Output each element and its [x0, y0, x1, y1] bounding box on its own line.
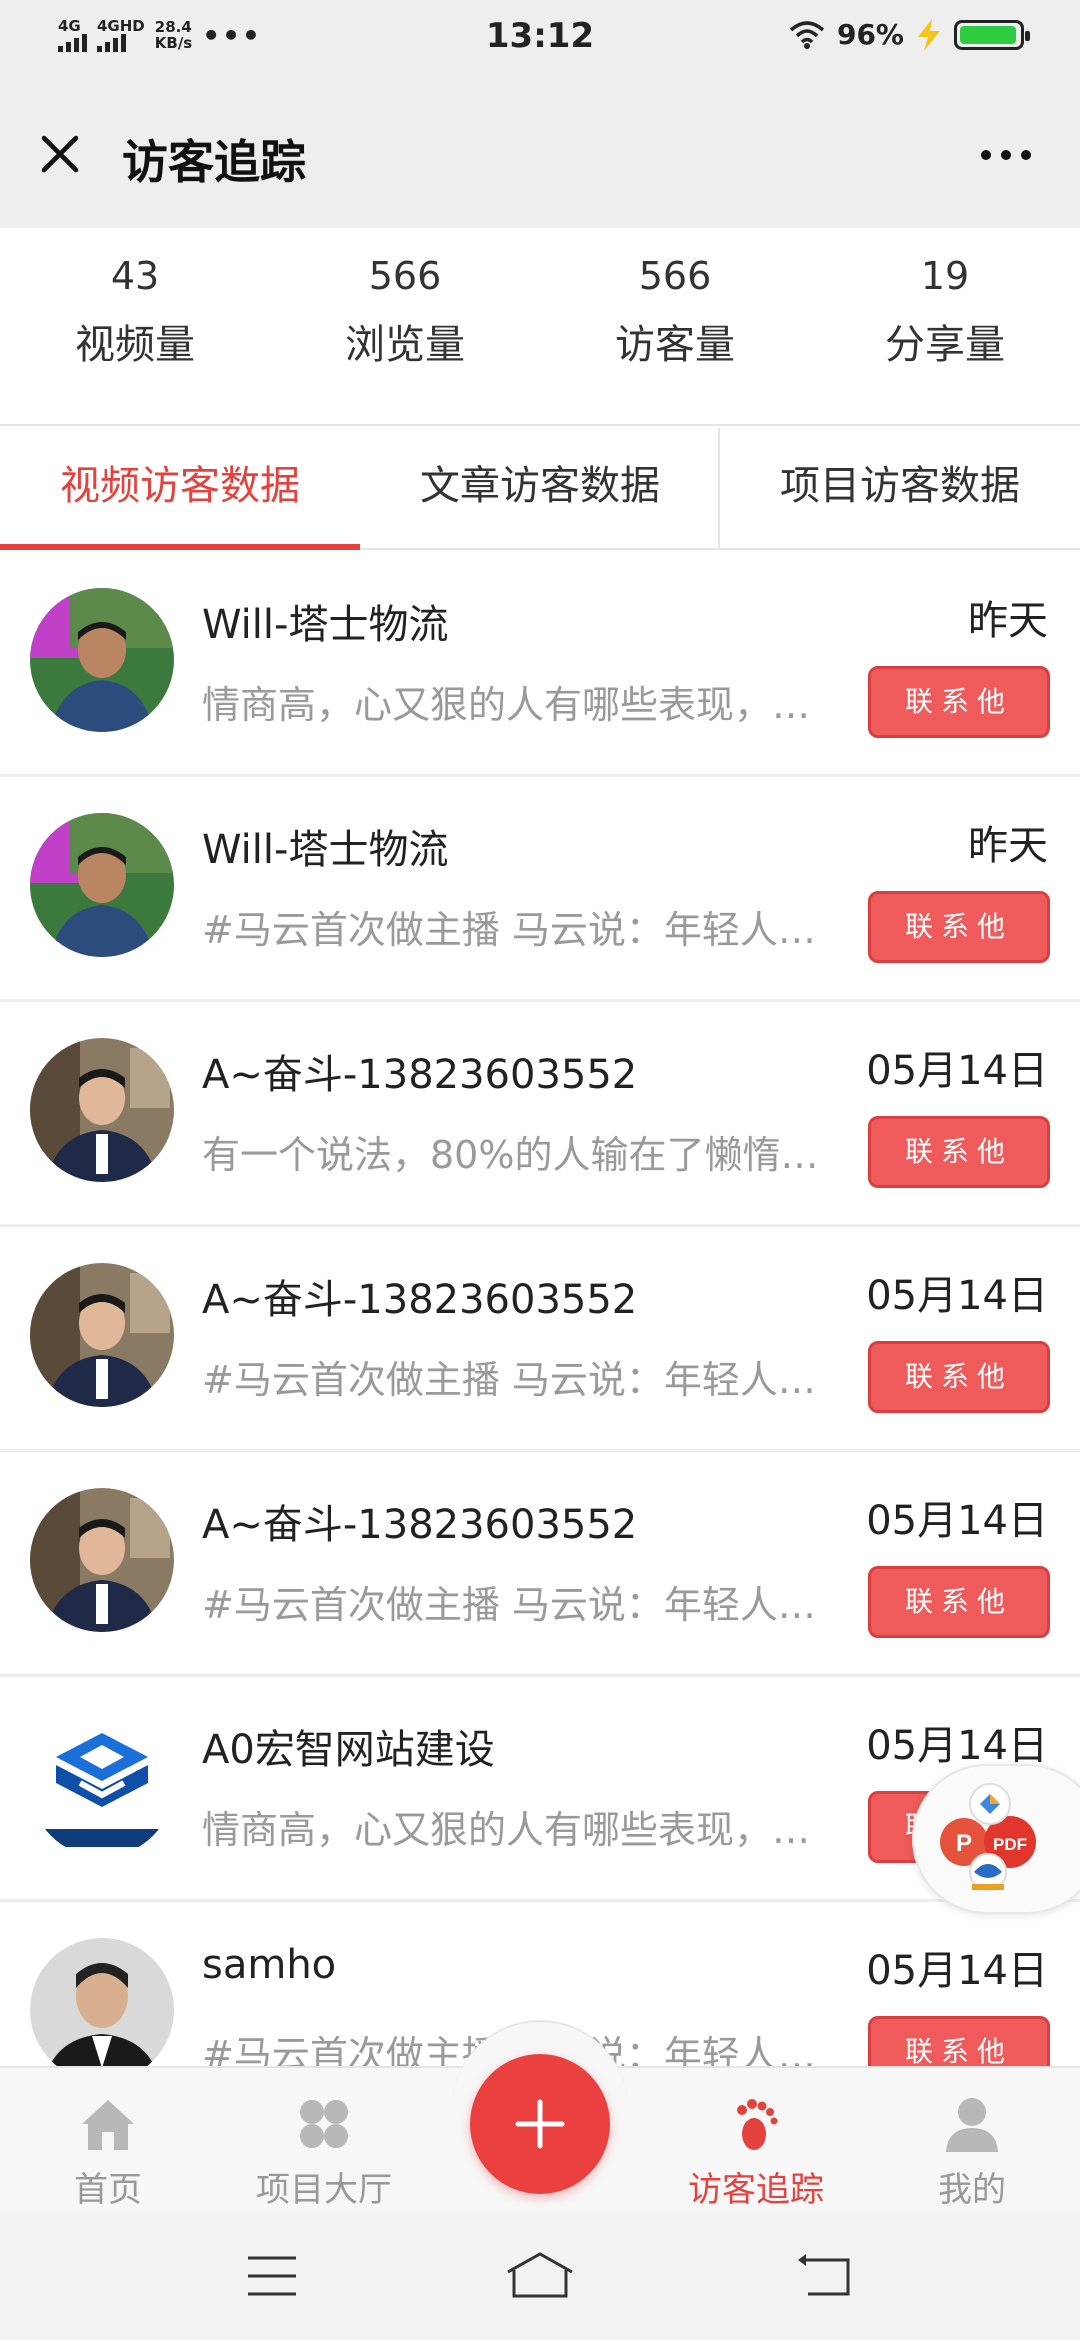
- stat-shares: 19 分享量: [810, 228, 1080, 424]
- stat-visitors: 566 访客量: [540, 228, 810, 424]
- visit-time: 05月14日: [866, 1273, 1048, 1319]
- visitor-content-title: #马云首次做主播 马云说：年轻人要学会努力奋斗: [202, 908, 842, 952]
- nav-mine[interactable]: 我的: [864, 2068, 1080, 2214]
- visitor-name: A~奋斗-13823603552: [202, 1052, 638, 1098]
- avatar[interactable]: [30, 1488, 174, 1632]
- avatar[interactable]: [30, 588, 174, 732]
- visitor-content-title: #马云首次做主播 马云说：年轻人要学会努力奋斗: [202, 1583, 842, 1627]
- avatar[interactable]: [30, 1263, 174, 1407]
- nav-label: 我的: [938, 2170, 1006, 2210]
- home-nav-icon[interactable]: [504, 2250, 576, 2300]
- floating-tools-widget[interactable]: P PDF: [912, 1764, 1080, 1914]
- stat-views: 566 浏览量: [270, 228, 540, 424]
- wifi-icon: [789, 20, 825, 49]
- stat-label: 访客量: [615, 322, 735, 368]
- tab-article-visitors[interactable]: 文章访客数据: [360, 428, 720, 548]
- avatar[interactable]: [30, 813, 174, 957]
- nav-home[interactable]: 首页: [0, 2068, 216, 2214]
- avatar[interactable]: [30, 1713, 174, 1857]
- visitor-name: Will-塔士物流: [202, 602, 449, 648]
- stat-videos: 43 视频量: [0, 228, 270, 424]
- plus-icon: [515, 2099, 565, 2149]
- stat-label: 浏览量: [345, 322, 465, 368]
- visitor-name: A0宏智网站建设: [202, 1727, 495, 1773]
- visit-time: 昨天: [968, 598, 1048, 644]
- back-icon[interactable]: [796, 2254, 852, 2298]
- contact-button[interactable]: 联系他: [868, 1341, 1050, 1413]
- stat-value: 19: [920, 254, 970, 298]
- stat-label: 分享量: [885, 322, 1005, 368]
- visitor-content-title: 情商高，心又狠的人有哪些表现，看完你也会恍然大悟: [202, 1808, 842, 1852]
- status-bar: 4G 4GHD 28.4 KB/s ••• 13:12 96%: [0, 0, 1080, 82]
- svg-text:PDF: PDF: [993, 1835, 1027, 1854]
- nav-project-hall[interactable]: 项目大厅: [216, 2068, 432, 2214]
- battery-icon: [954, 19, 1030, 50]
- stats-panel: 43 视频量 566 浏览量 566 访客量 19 分享量: [0, 228, 1080, 426]
- contact-button[interactable]: 联系他: [868, 1566, 1050, 1638]
- visit-time: 05月14日: [866, 1498, 1048, 1544]
- list-item[interactable]: Will-塔士物流 情商高，心又狠的人有哪些表现，看完你也会恍然大悟 昨天 联系…: [0, 552, 1080, 777]
- system-nav-bar: [0, 2214, 1080, 2340]
- visitor-content-title: #马云首次做主播 马云说：年轻人要学会努力奋斗: [202, 1358, 842, 1402]
- grid-icon: [300, 2100, 348, 2148]
- nav-label: 首页: [74, 2170, 142, 2210]
- tab-video-visitors[interactable]: 视频访客数据: [0, 428, 360, 550]
- contact-button[interactable]: 联系他: [868, 891, 1050, 963]
- visit-time: 昨天: [968, 823, 1048, 869]
- contact-button[interactable]: 联系他: [868, 666, 1050, 738]
- visit-time: 05月14日: [866, 1948, 1048, 1994]
- user-icon: [946, 2098, 998, 2152]
- charging-bolt-icon: [918, 18, 940, 51]
- visitor-name: A~奋斗-13823603552: [202, 1502, 638, 1548]
- visit-time: 05月14日: [866, 1048, 1048, 1094]
- list-item[interactable]: A~奋斗-13823603552 #马云首次做主播 马云说：年轻人要学会努力奋斗…: [0, 1227, 1080, 1452]
- visitor-content-title: 有一个说法，80%的人输在了懒惰和拖延上面: [202, 1133, 842, 1177]
- page-title: 访客追踪: [122, 135, 306, 189]
- more-icon[interactable]: [966, 130, 1046, 180]
- svg-text:P: P: [956, 1830, 972, 1857]
- contact-button[interactable]: 联系他: [868, 2016, 1050, 2066]
- menu-icon[interactable]: [246, 2254, 298, 2298]
- battery-percent: 96%: [836, 18, 904, 51]
- stat-value: 43: [110, 254, 160, 298]
- list-item[interactable]: A~奋斗-13823603552 有一个说法，80%的人输在了懒惰和拖延上面 0…: [0, 1002, 1080, 1227]
- stat-label: 视频量: [75, 322, 195, 368]
- list-item[interactable]: Will-塔士物流 #马云首次做主播 马云说：年轻人要学会努力奋斗 昨天 联系他: [0, 777, 1080, 1002]
- visit-time: 05月14日: [866, 1723, 1048, 1769]
- avatar[interactable]: [30, 1938, 174, 2066]
- status-right: 96%: [789, 18, 1030, 51]
- stat-value: 566: [368, 254, 442, 298]
- visitor-name: Will-塔士物流: [202, 827, 449, 873]
- close-icon[interactable]: [30, 124, 90, 184]
- publish-button[interactable]: [470, 2054, 610, 2194]
- stat-value: 566: [638, 254, 712, 298]
- contact-button[interactable]: 联系他: [868, 1116, 1050, 1188]
- visitor-content-title: 情商高，心又狠的人有哪些表现，看完你也会恍然大悟: [202, 683, 842, 727]
- nav-visitor-tracking[interactable]: 访客追踪: [648, 2068, 864, 2214]
- visitor-name: samho: [202, 1942, 337, 1988]
- visitor-name: A~奋斗-13823603552: [202, 1277, 638, 1323]
- pdf-tools-icon: P PDF: [940, 1783, 1036, 1891]
- list-item[interactable]: A~奋斗-13823603552 #马云首次做主播 马云说：年轻人要学会努力奋斗…: [0, 1452, 1080, 1677]
- avatar[interactable]: [30, 1038, 174, 1182]
- nav-label: 项目大厅: [256, 2170, 392, 2210]
- tab-bar: 视频访客数据 文章访客数据 项目访客数据: [0, 428, 1080, 550]
- footprint-icon: [737, 2099, 778, 2150]
- title-bar: 访客追踪: [0, 82, 1080, 228]
- tab-divider: [718, 428, 720, 548]
- home-icon: [82, 2100, 134, 2150]
- nav-label: 访客追踪: [688, 2170, 824, 2210]
- tab-project-visitors[interactable]: 项目访客数据: [720, 428, 1080, 548]
